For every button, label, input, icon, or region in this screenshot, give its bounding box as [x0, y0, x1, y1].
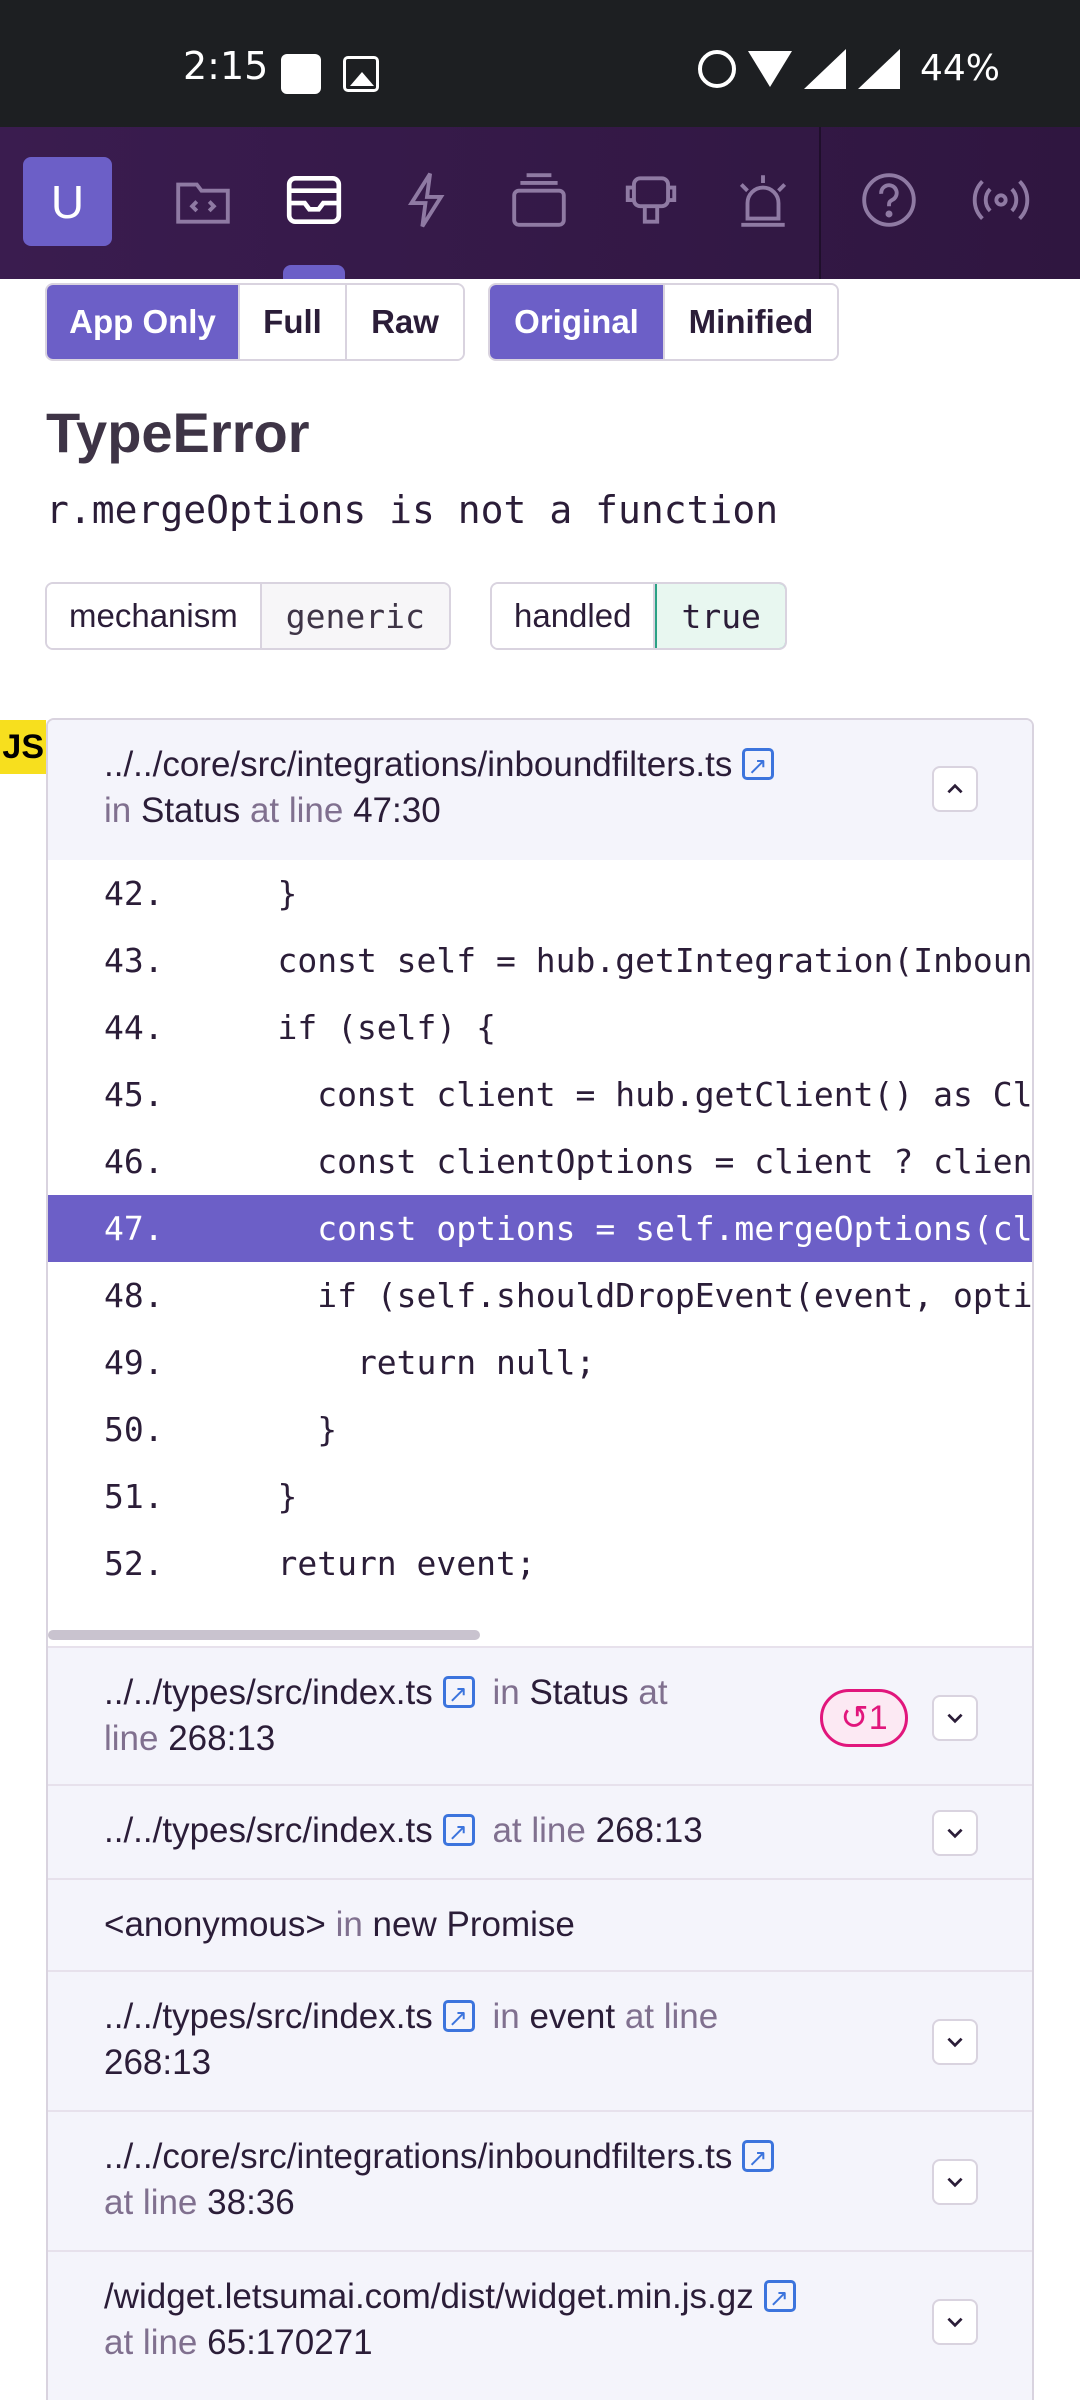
notification-icon	[281, 54, 321, 94]
raw-button[interactable]: Raw	[347, 285, 463, 359]
in-label: in	[104, 791, 132, 830]
repeated-badge: ↺ 1	[820, 1689, 908, 1747]
frame-filename: ../../types/src/index.ts	[104, 1673, 433, 1712]
expand-button[interactable]	[932, 2019, 978, 2065]
frame-line: 38:36	[207, 2183, 295, 2222]
frame-line: 268:13	[595, 1811, 703, 1850]
battery-level: 44%	[919, 48, 1000, 89]
code-line: 42. }	[104, 874, 298, 913]
frame-filename: /widget.letsumai.com/dist/widget.min.js.…	[104, 2277, 754, 2316]
mechanism-tag[interactable]: mechanism generic	[45, 582, 451, 650]
frame-filter-toggle: App Only Full Raw	[45, 283, 465, 361]
code-line: 43. const self = hub.getIntegration(Inbo…	[104, 941, 1032, 980]
expand-button[interactable]	[932, 1810, 978, 1856]
frame-filename: ../../core/src/integrations/inboundfilte…	[104, 745, 733, 784]
frame-line: 268:13	[104, 2043, 212, 2082]
releases-icon[interactable]	[506, 167, 572, 233]
expand-button[interactable]	[932, 2299, 978, 2345]
frame-function: Status	[140, 791, 241, 830]
top-nav: U	[0, 127, 1080, 279]
stack-frame[interactable]: <anonymous> in new Promise	[48, 1880, 1032, 1972]
tag-key: mechanism	[47, 584, 262, 648]
help-icon[interactable]	[856, 167, 922, 233]
stack-frame[interactable]: ../../types/src/index.ts at line 268:13	[48, 1786, 1032, 1880]
frame-filename: ../../types/src/index.ts	[104, 1997, 433, 2036]
projects-icon[interactable]	[170, 167, 236, 233]
frame-function: new Promise	[372, 1905, 575, 1944]
frame-line: 47:30	[353, 791, 441, 830]
nav-active-indicator	[283, 265, 345, 279]
stack-frame-expanded[interactable]: ../../core/src/integrations/inboundfilte…	[48, 720, 1032, 860]
status-time: 2:15	[183, 44, 269, 88]
tag-value: generic	[261, 584, 449, 648]
code-line: 44. if (self) {	[104, 1008, 497, 1047]
chevron-down-icon	[947, 1828, 963, 1839]
code-line-highlighted: 47. const options = self.mergeOptions(cl…	[48, 1195, 1032, 1262]
error-message: r.mergeOptions is not a function	[46, 488, 779, 532]
frame-line: 268:13	[168, 1719, 276, 1758]
frame-filename: <anonymous>	[104, 1905, 326, 1944]
expand-button[interactable]	[932, 1695, 978, 1741]
user-feedback-icon[interactable]	[618, 167, 684, 233]
code-line: 46. const clientOptions = client ? clien…	[104, 1142, 1032, 1181]
external-link-icon[interactable]	[442, 1671, 475, 1717]
issues-icon[interactable]	[281, 167, 347, 233]
frame-function: Status	[529, 1673, 629, 1712]
alarm-icon	[697, 49, 736, 88]
original-button[interactable]: Original	[490, 285, 665, 359]
chevron-down-icon	[947, 2037, 963, 2048]
stack-frame[interactable]: /widget.letsumai.com/dist/widget.min.js.…	[48, 2252, 1032, 2400]
code-context: 42. } 43. const self = hub.getIntegratio…	[48, 860, 1032, 1660]
horizontal-scrollbar[interactable]	[48, 1630, 480, 1640]
stack-frame[interactable]: ../../types/src/index.ts in event at lin…	[48, 1972, 1032, 2112]
code-line: 51. }	[104, 1477, 298, 1516]
frame-filename: ../../types/src/index.ts	[104, 1811, 433, 1850]
error-type: TypeError	[46, 401, 310, 464]
status-bar: 2:15 44%	[0, 0, 1080, 127]
collapse-button[interactable]	[932, 766, 978, 812]
stack-frame[interactable]: ../../types/src/index.ts in Status at li…	[48, 1646, 1032, 1786]
chevron-down-icon	[947, 2317, 963, 2328]
performance-icon[interactable]	[394, 167, 460, 233]
external-link-icon[interactable]	[442, 1809, 475, 1855]
code-line: 52. return event;	[104, 1544, 536, 1583]
at-line-label: at line	[249, 791, 344, 830]
expand-button[interactable]	[932, 2159, 978, 2205]
broadcast-icon[interactable]	[968, 167, 1034, 233]
minified-button[interactable]: Minified	[665, 285, 837, 359]
stack-frame[interactable]: ../../core/src/integrations/inboundfilte…	[48, 2112, 1032, 2252]
gallery-notification-icon	[343, 56, 379, 92]
code-line: 49. return null;	[104, 1343, 596, 1382]
signal-icon-2	[857, 48, 900, 89]
code-line: 45. const client = hub.getClient() as Cl…	[104, 1075, 1032, 1114]
nav-divider	[819, 127, 821, 279]
chevron-down-icon	[947, 1713, 963, 1724]
chevron-up-icon	[947, 783, 963, 794]
source-map-toggle: Original Minified	[488, 283, 839, 361]
frame-function: event	[529, 1997, 616, 2036]
code-line: 48. if (self.shouldDropEvent(event, opti…	[104, 1276, 1032, 1315]
full-button[interactable]: Full	[240, 285, 347, 359]
frame-line: 65:170271	[207, 2323, 373, 2362]
repeat-icon: ↺	[840, 1699, 869, 1737]
chevron-down-icon	[947, 2177, 963, 2188]
external-link-icon[interactable]	[763, 2275, 796, 2321]
platform-badge: JS	[0, 720, 46, 774]
stack-trace: ../../core/src/integrations/inboundfilte…	[46, 718, 1034, 2400]
external-link-icon[interactable]	[742, 2135, 775, 2181]
tag-value: true	[655, 584, 785, 648]
app-only-button[interactable]: App Only	[47, 285, 240, 359]
frame-filename: ../../core/src/integrations/inboundfilte…	[104, 2137, 733, 2176]
external-link-icon[interactable]	[742, 743, 775, 789]
handled-tag[interactable]: handled true	[490, 582, 787, 650]
external-link-icon[interactable]	[442, 1995, 475, 2041]
org-avatar[interactable]: U	[23, 157, 112, 246]
signal-icon	[803, 48, 846, 89]
alerts-icon[interactable]	[730, 167, 796, 233]
code-line: 50. }	[104, 1410, 338, 1449]
wifi-icon	[747, 50, 792, 87]
tag-key: handled	[492, 584, 656, 648]
